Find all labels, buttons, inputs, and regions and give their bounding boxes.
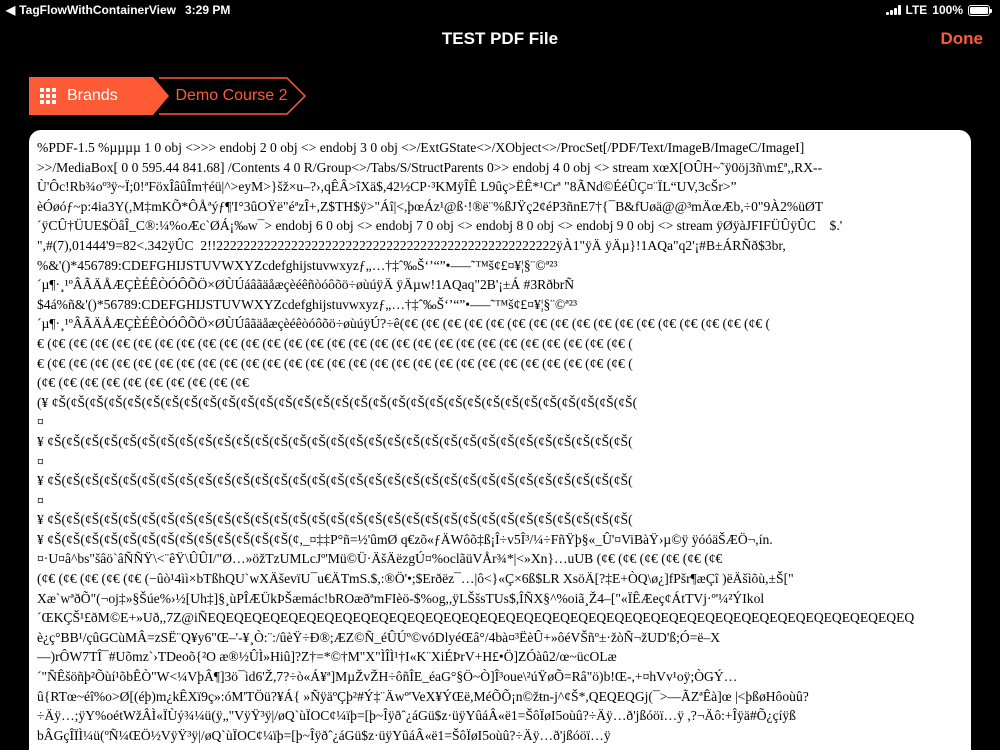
- pdf-text-line: ´ŒKÇŠ¹£ðM©E+»Uð,,7Z@iÑEQEQEQEQEQEQEQEQEQ…: [37, 610, 915, 626]
- navigation-bar: TEST PDF File Done: [0, 20, 1000, 58]
- pdf-text-line: —)rÔW7TÎ¯#Uõmz`›TDeoõ{²O æ®½ÛÌ»Hiû]?Z†=*…: [37, 649, 617, 665]
- carrier-label: LTE: [905, 3, 928, 17]
- battery-icon: [968, 4, 992, 16]
- pdf-text-line: ¥ ¢Š(¢Š(¢Š(¢Š(¢Š(¢Š(¢Š(¢Š(¢Š(¢Š(¢Š(¢Š(¢Š…: [37, 433, 633, 449]
- pdf-viewer[interactable]: %PDF-1.5 %µµµµ 1 0 obj <>>> endobj 2 0 o…: [29, 130, 971, 750]
- breadcrumb-course-label: Demo Course 2: [175, 87, 288, 104]
- pdf-text-line: € (¢€ (¢€ (¢€ (¢€ (¢€ (¢€ (¢€ (¢€ (¢€ (¢…: [37, 355, 633, 371]
- pdf-text-line: Ù'Ôc!Rb¾oº³ÿ~Ï;0!ªFöxÎâûÎm†éü|^>eyM>}šž×…: [37, 179, 737, 195]
- done-button[interactable]: Done: [941, 29, 984, 49]
- pdf-text-line: € (¢€ (¢€ (¢€ (¢€ (¢€ (¢€ (¢€ (¢€ (¢€ (¢…: [37, 335, 633, 351]
- pdf-text-line: ¤·U¤â^bs"šâö`âÑÑŸ\<¨êŸ\ÛÛI/"Ø…»öžTzUMLcJ…: [37, 551, 723, 567]
- pdf-text-line: ´µ¶·¸¹ºÂÃÄÅÆÇÈÉÊÒÓÔÕÖ×ØÙÚáâãäåæçèéêñòóôõ…: [37, 277, 575, 293]
- battery-percent: 100%: [932, 3, 963, 17]
- back-app-label: TagFlowWithContainerView: [19, 3, 177, 17]
- battery-fill: [970, 6, 988, 14]
- back-arrow-icon: ◀: [6, 3, 16, 17]
- pdf-text-line: ¥ ¢Š(¢Š(¢Š(¢Š(¢Š(¢Š(¢Š(¢Š(¢Š(¢Š(¢Š(¢Š(¢Š…: [37, 512, 633, 528]
- pdf-text-line: ¤: [37, 414, 44, 430]
- pdf-text-line: û{RTœ~éî%o>Ø[(éþ)m¿kÊXï9ç»:óM'TÖü?¥Á{ »Ñ…: [37, 688, 809, 704]
- pdf-text-line: ¥ ¢Š(¢Š(¢Š(¢Š(¢Š(¢Š(¢Š(¢Š(¢Š(¢Š(¢Š(¢Š(¢Š…: [37, 531, 773, 547]
- breadcrumb-brands-label: Brands: [67, 87, 118, 104]
- pdf-text-line: (¢€ (¢€ (¢€ (¢€ (¢€ (−ûò¹4ìì×bTßhQU`wXÄš…: [37, 571, 794, 587]
- pdf-text-line: $4á%ñ&'()*56789:CDEFGHIJSTUVWXYZcdefghij…: [37, 296, 578, 312]
- pdf-text-line: ¤: [37, 492, 44, 508]
- breadcrumb-course[interactable]: Demo Course 2: [159, 77, 307, 115]
- grid-icon: [40, 88, 56, 104]
- pdf-text-line: (¢€ (¢€ (¢€ (¢€ (¢€ (¢€ (¢€ (¢€ (¢€ (¢€: [37, 375, 249, 391]
- breadcrumb-brands[interactable]: Brands: [29, 77, 153, 115]
- pdf-text-line: è¿ç°BB¹/çûGCùMÂ=zSË¨Q¥y6"Œ–'-¥¸Ò:¨:/ûèŸ÷…: [37, 629, 721, 645]
- pdf-text-line: ´ÿCÛ†ÜUE$ÖâÎ_C®:¼%oÆc`ØÁ¡‰w¯> endobj 6 0…: [37, 218, 843, 234]
- pdf-text-line: ¥ ¢Š(¢Š(¢Š(¢Š(¢Š(¢Š(¢Š(¢Š(¢Š(¢Š(¢Š(¢Š(¢Š…: [37, 473, 633, 489]
- pdf-text-line: %PDF-1.5 %µµµµ 1 0 obj <>>> endobj 2 0 o…: [37, 140, 805, 155]
- pdf-text-line: ´µ¶·¸¹ºÂÃÄÅÆÇÈÉÊÒÓÔÕÖ×ØÙÚâãäåæçèéêòóôõö÷…: [37, 316, 771, 332]
- pdf-text-line: ÷Äÿ…;ÿY%oétWžÂÌ«ÏÙý¾¼ü(ÿ„"VÿŸ³ÿ|/øQ`ùÏOC…: [37, 708, 796, 724]
- pdf-text-line: ¤: [37, 453, 44, 469]
- signal-icon: [885, 5, 901, 15]
- back-to-app-link[interactable]: ◀ TagFlowWithContainerView: [6, 3, 176, 17]
- pdf-text-line: %&'()*456789:CDEFGHIJSTUVWXYZcdefghijstu…: [37, 257, 558, 273]
- page-title: TEST PDF File: [441, 29, 559, 48]
- status-bar: ◀ TagFlowWithContainerView 3:29 PM LTE 1…: [0, 0, 1000, 20]
- pdf-text-line: Xæ`wªðÕ"(¬oj‡»§Šúe%›½[Uh‡]§¸ùPÎÆÜkÞŠæmác…: [37, 590, 765, 606]
- pdf-text-line: ",#(7),01444'9=82<.342ÿÛC 2!!22222222222…: [37, 237, 786, 253]
- pdf-text-line: >>/MediaBox[ 0 0 595.44 841.68] /Content…: [37, 159, 823, 175]
- pdf-text-line: èÓøóƒ~p:4ia3Y(,M‡mKÕ*ÔÅªýƒ¶'I°3ûOŸë"éªzÎ…: [37, 198, 824, 214]
- pdf-raw-text: %PDF-1.5 %µµµµ 1 0 obj <>>> endobj 2 0 o…: [37, 138, 971, 745]
- status-time: 3:29 PM: [185, 3, 231, 17]
- pdf-text-line: bÂGçÎÏÌ¼ü(ºÑ¼ŒÖ½VÿŸ³ÿ|/øQ`ùÏOC¢¼ïþ=[þ~Îÿ…: [37, 727, 611, 743]
- pdf-text-line: (¥ ¢Š(¢Š(¢Š(¢Š(¢Š(¢Š(¢Š(¢Š(¢Š(¢Š(¢Š(¢Š(¢…: [37, 394, 638, 410]
- status-indicators: LTE 100%: [885, 3, 992, 17]
- pdf-text-line: ´"ÑÊšöñþ²Õùí¹õbÊÒ"W<¼VþÂ¶]3ö¯ìd6'Ž,7?÷ò«…: [37, 669, 738, 685]
